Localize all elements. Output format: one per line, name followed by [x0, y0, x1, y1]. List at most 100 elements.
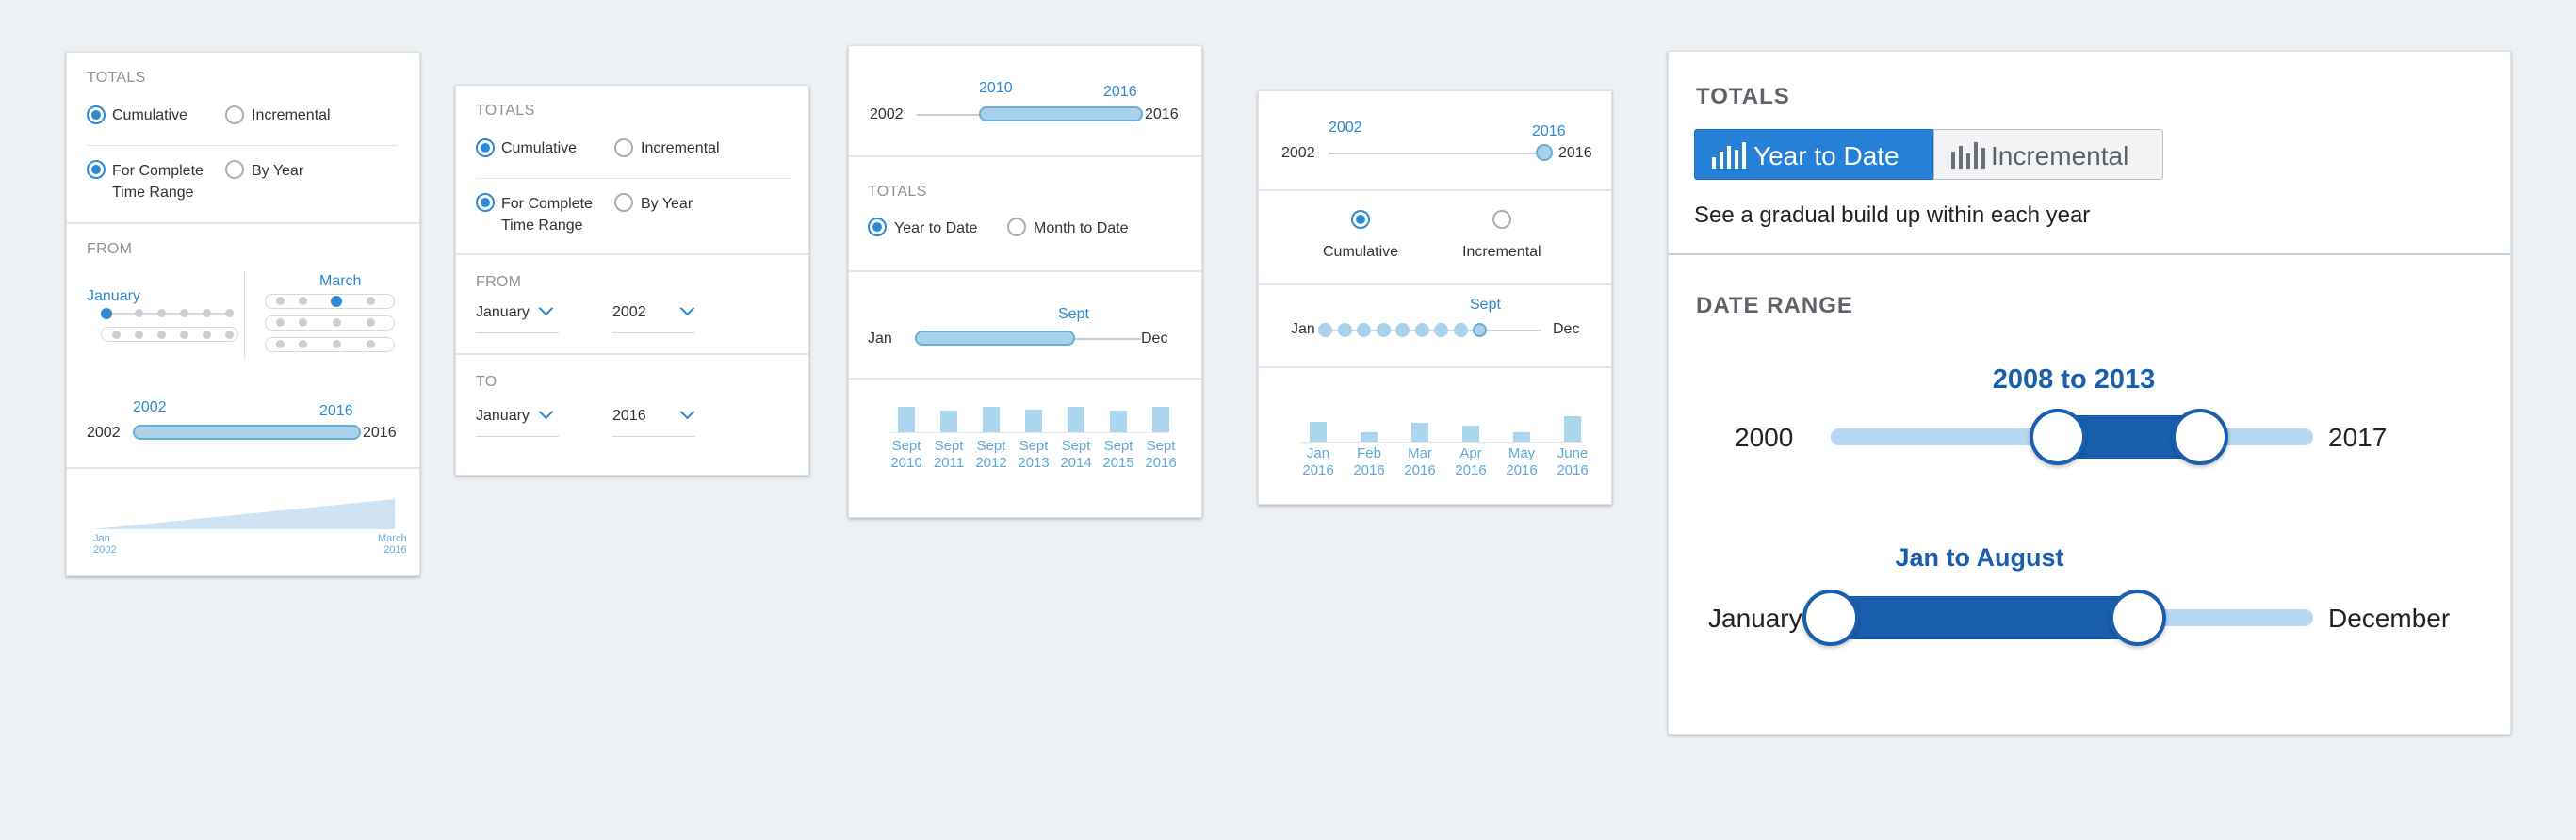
divider [1259, 189, 1611, 191]
month-dot[interactable] [1337, 323, 1352, 337]
by-year-radio[interactable] [225, 160, 244, 179]
month-dot[interactable] [1357, 323, 1371, 337]
incremental-radio[interactable] [225, 105, 244, 124]
month-end-handle[interactable] [2109, 590, 2166, 646]
complete-range-label-2: Time Range [112, 185, 194, 201]
totals-heading: TOTALS [868, 184, 927, 200]
complete-range-radio[interactable] [87, 160, 106, 179]
from-heading: FROM [476, 274, 522, 290]
range-max-label: 2016 [1558, 145, 1592, 161]
bar [1310, 422, 1327, 442]
area-chart [93, 499, 395, 529]
bar [1564, 416, 1581, 442]
month-sel-label: Sept [1470, 297, 1501, 313]
bar-label: Mar 2016 [1404, 445, 1436, 478]
bar-label: May 2016 [1506, 445, 1538, 478]
to-heading: TO [476, 374, 497, 390]
bar [898, 407, 915, 432]
month-dot[interactable] [1414, 323, 1429, 337]
description-text: See a gradual build up within each year [1694, 202, 2091, 228]
month-left-label: January [87, 288, 140, 304]
by-year-label: By Year [252, 163, 304, 179]
divider [1669, 253, 2510, 255]
divider [849, 155, 1201, 157]
complete-range-label: For Complete [501, 196, 593, 212]
incremental-button[interactable]: Incremental [1933, 129, 2163, 180]
cumulative-radio[interactable] [1351, 210, 1370, 229]
complete-range-radio[interactable] [476, 193, 495, 212]
bar-label: Apr 2016 [1455, 445, 1487, 478]
range-min-label: 2002 [1281, 145, 1315, 161]
month-sel-label: Sept [1058, 306, 1089, 322]
month-dot[interactable] [1376, 323, 1391, 337]
ytd-radio[interactable] [868, 218, 887, 236]
incremental-label: Incremental [1462, 244, 1541, 260]
incremental-radio[interactable] [614, 138, 633, 157]
year-range-slider[interactable] [133, 425, 361, 440]
incremental-button-label: Incremental [1991, 141, 2129, 170]
by-year-radio[interactable] [614, 193, 633, 212]
incremental-radio[interactable] [1492, 210, 1511, 229]
month-right-label: March [319, 273, 362, 289]
card-date-range: TOTALS Year to Date Incremental See a gr… [1668, 51, 2511, 735]
cumulative-radio[interactable] [87, 105, 106, 124]
by-year-label: By Year [641, 196, 693, 212]
year-track [1329, 153, 1541, 154]
bar-label: Jan 2016 [1302, 445, 1334, 478]
year-start-handle[interactable] [2029, 409, 2086, 465]
range-end-top: 2016 [1532, 123, 1566, 139]
incremental-label: Incremental [252, 107, 331, 123]
divider [1259, 366, 1611, 368]
ytd-button[interactable]: Year to Date [1694, 129, 1933, 180]
month-dot[interactable] [1453, 323, 1468, 337]
year-slider-handle[interactable] [1536, 144, 1553, 161]
bar-chart-icon [1951, 142, 1985, 169]
range-start-top: 2002 [1329, 120, 1362, 136]
cumulative-label: Cumulative [112, 107, 188, 123]
month-min-label: January [1708, 604, 1802, 633]
year-range-label: 2008 to 2013 [1992, 364, 2156, 395]
year-min-label: 2000 [1735, 423, 1794, 452]
month-max-label: Dec [1553, 321, 1580, 337]
year-end-handle[interactable] [2171, 409, 2228, 465]
totals-heading: TOTALS [87, 70, 146, 86]
bar-label: June 2016 [1557, 445, 1589, 478]
range-max-label: 2016 [363, 425, 397, 441]
bar-chart-icon [1712, 142, 1746, 169]
cumulative-radio[interactable] [476, 138, 495, 157]
year-range-slider[interactable] [979, 106, 1143, 121]
divider [849, 378, 1201, 380]
range-max-label: 2016 [1145, 106, 1179, 122]
month-start-handle[interactable] [1802, 590, 1859, 646]
date-range-heading: DATE RANGE [1696, 293, 1853, 318]
card-year-to-date: 2010 2016 2002 2016 TOTALS Year to Date … [848, 45, 1202, 518]
from-heading: FROM [87, 241, 133, 257]
bar-axis [890, 432, 1167, 433]
year-max-label: 2017 [2328, 423, 2388, 452]
month-slider[interactable] [915, 331, 1075, 346]
area-start-label: Jan 2002 [93, 533, 117, 556]
totals-heading: TOTALS [476, 103, 535, 119]
month-dot[interactable] [1395, 323, 1410, 337]
card-dropdown-options: TOTALS Cumulative Incremental For Comple… [455, 85, 809, 476]
month-dot[interactable] [1434, 323, 1448, 337]
bar [983, 407, 1000, 432]
divider [67, 467, 419, 469]
area-end-label: March 2016 [378, 533, 407, 556]
complete-range-label-2: Time Range [501, 218, 583, 234]
month-min-label: Jan [868, 331, 892, 347]
bar [940, 411, 957, 432]
month-dot[interactable] [1473, 323, 1487, 337]
bar [1361, 432, 1378, 442]
month-dot[interactable] [1318, 323, 1332, 337]
bar-axis [1300, 442, 1583, 443]
bar-label: Sept 2016 [1145, 438, 1177, 471]
totals-heading: TOTALS [1696, 84, 1790, 109]
month-max-label: Dec [1141, 331, 1168, 347]
divider [67, 222, 419, 224]
range-end-top: 2016 [319, 403, 353, 419]
card-cumulative-options: TOTALS Cumulative Incremental For Comple… [66, 52, 420, 576]
mtd-radio[interactable] [1007, 218, 1026, 236]
incremental-label: Incremental [641, 140, 720, 156]
ytd-label: Year to Date [894, 220, 978, 236]
